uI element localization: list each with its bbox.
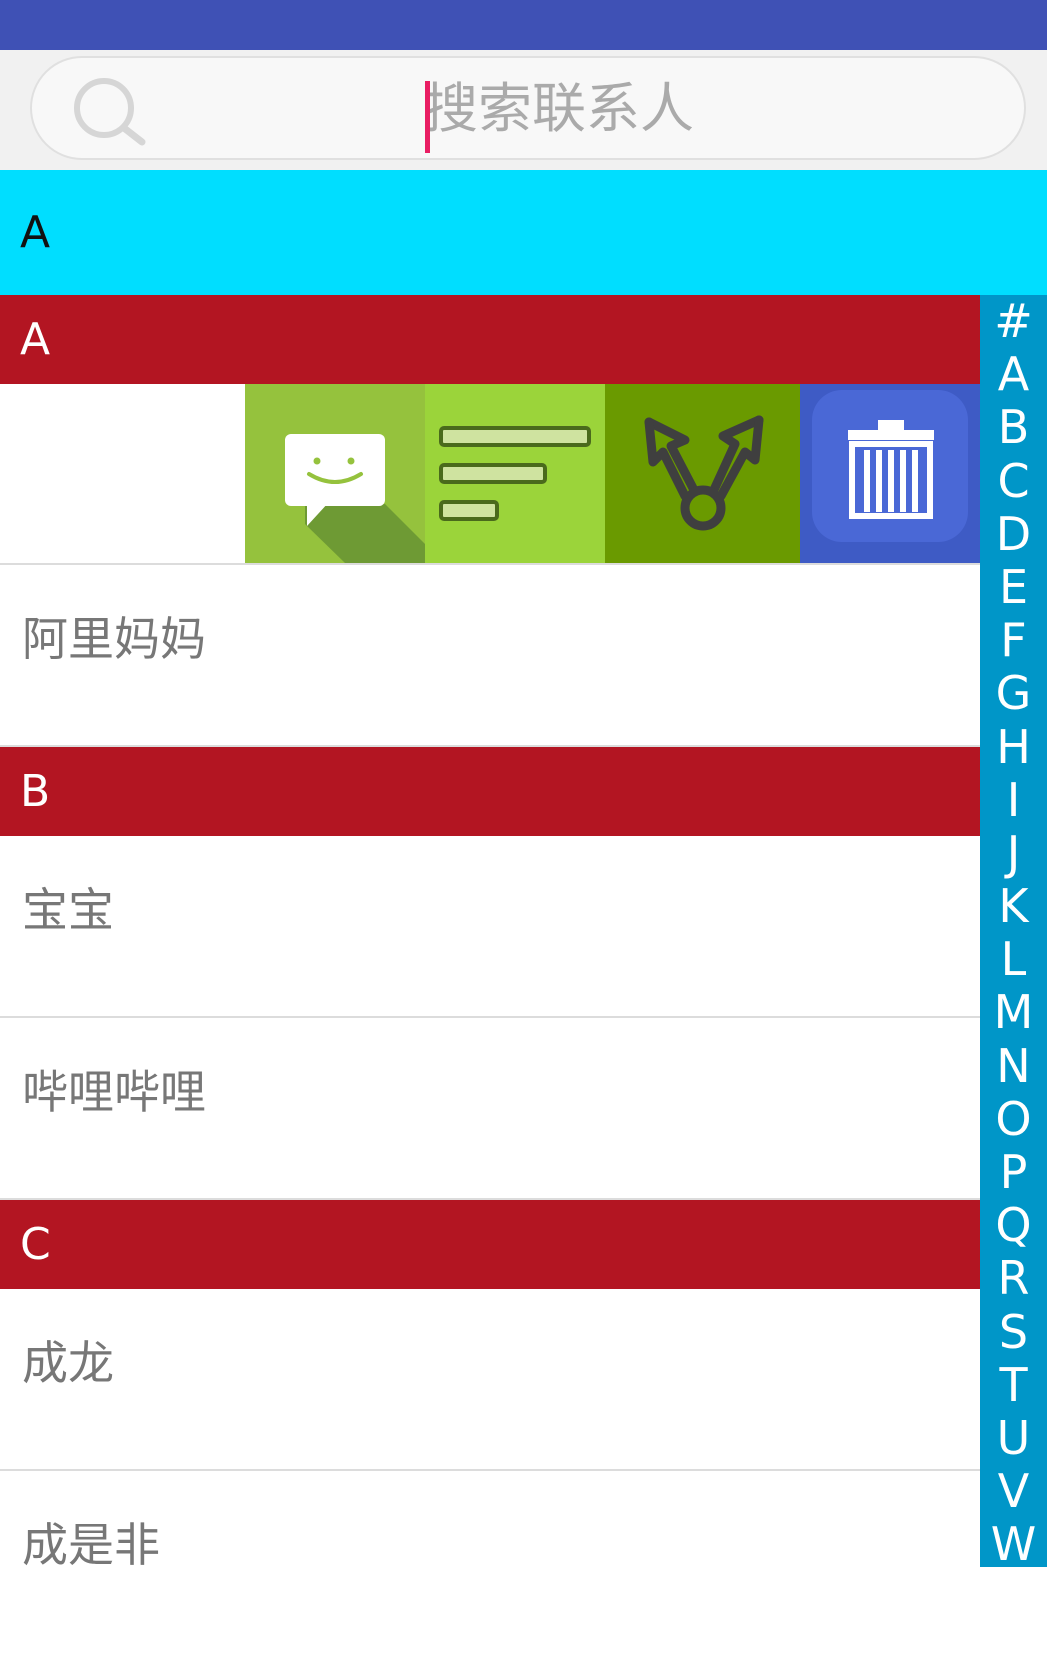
trash-icon: [812, 390, 968, 542]
index-letter[interactable]: W: [980, 1518, 1047, 1571]
index-letter[interactable]: D: [980, 507, 1047, 561]
list-action-button[interactable]: [425, 384, 605, 563]
index-letter[interactable]: J: [980, 826, 1047, 880]
contact-row[interactable]: 成是非: [0, 1471, 980, 1653]
search-input[interactable]: [424, 68, 984, 148]
index-letter[interactable]: F: [980, 613, 1047, 667]
swiped-contact-row[interactable]: [0, 384, 980, 565]
delete-action-button[interactable]: [800, 384, 980, 563]
section-header-c: C: [0, 1200, 980, 1289]
index-letter[interactable]: N: [980, 1039, 1047, 1093]
index-letter[interactable]: S: [980, 1305, 1047, 1359]
index-letter[interactable]: P: [980, 1145, 1047, 1199]
index-letter[interactable]: K: [980, 879, 1047, 933]
index-letter[interactable]: A: [980, 347, 1047, 401]
index-letter[interactable]: Q: [980, 1198, 1047, 1252]
section-header-a: A: [0, 295, 980, 384]
search-icon: [74, 78, 146, 146]
index-letter[interactable]: T: [980, 1358, 1047, 1412]
contact-row[interactable]: 成龙: [0, 1289, 980, 1471]
index-letter[interactable]: M: [980, 986, 1047, 1039]
index-letter[interactable]: #: [980, 294, 1047, 348]
contact-row[interactable]: 宝宝: [0, 836, 980, 1018]
index-letter[interactable]: L: [980, 933, 1047, 986]
message-smiley-icon: [285, 434, 425, 563]
contact-row[interactable]: 哔哩哔哩: [0, 1018, 980, 1200]
index-letter[interactable]: V: [980, 1464, 1047, 1518]
contact-list: A 阿里妈妈 B 宝宝 哔哩哔哩 C 成龙 成是非: [0, 295, 980, 1653]
share-action-button[interactable]: [605, 384, 800, 563]
index-letter[interactable]: C: [980, 454, 1047, 508]
index-letter[interactable]: R: [980, 1252, 1047, 1305]
sticky-section-header: A: [0, 170, 1047, 295]
alphabet-index-bar[interactable]: # A B C D E F G H I J K L M N O P Q R S …: [980, 294, 1047, 1571]
section-header-b: B: [0, 747, 980, 836]
search-box[interactable]: [30, 56, 1026, 160]
index-letter[interactable]: U: [980, 1411, 1047, 1465]
text-cursor: [425, 81, 430, 153]
status-bar: [0, 0, 1047, 50]
index-letter[interactable]: I: [980, 773, 1047, 827]
list-lines-icon: [439, 426, 591, 521]
share-arrows-icon: [644, 415, 764, 531]
index-letter[interactable]: E: [980, 560, 1047, 614]
index-letter[interactable]: G: [980, 667, 1047, 720]
index-letter[interactable]: B: [980, 401, 1047, 454]
search-area: [0, 50, 1047, 170]
message-action-button[interactable]: [245, 384, 425, 563]
index-letter[interactable]: H: [980, 720, 1047, 774]
index-letter[interactable]: O: [980, 1092, 1047, 1146]
contact-row[interactable]: 阿里妈妈: [0, 565, 980, 747]
